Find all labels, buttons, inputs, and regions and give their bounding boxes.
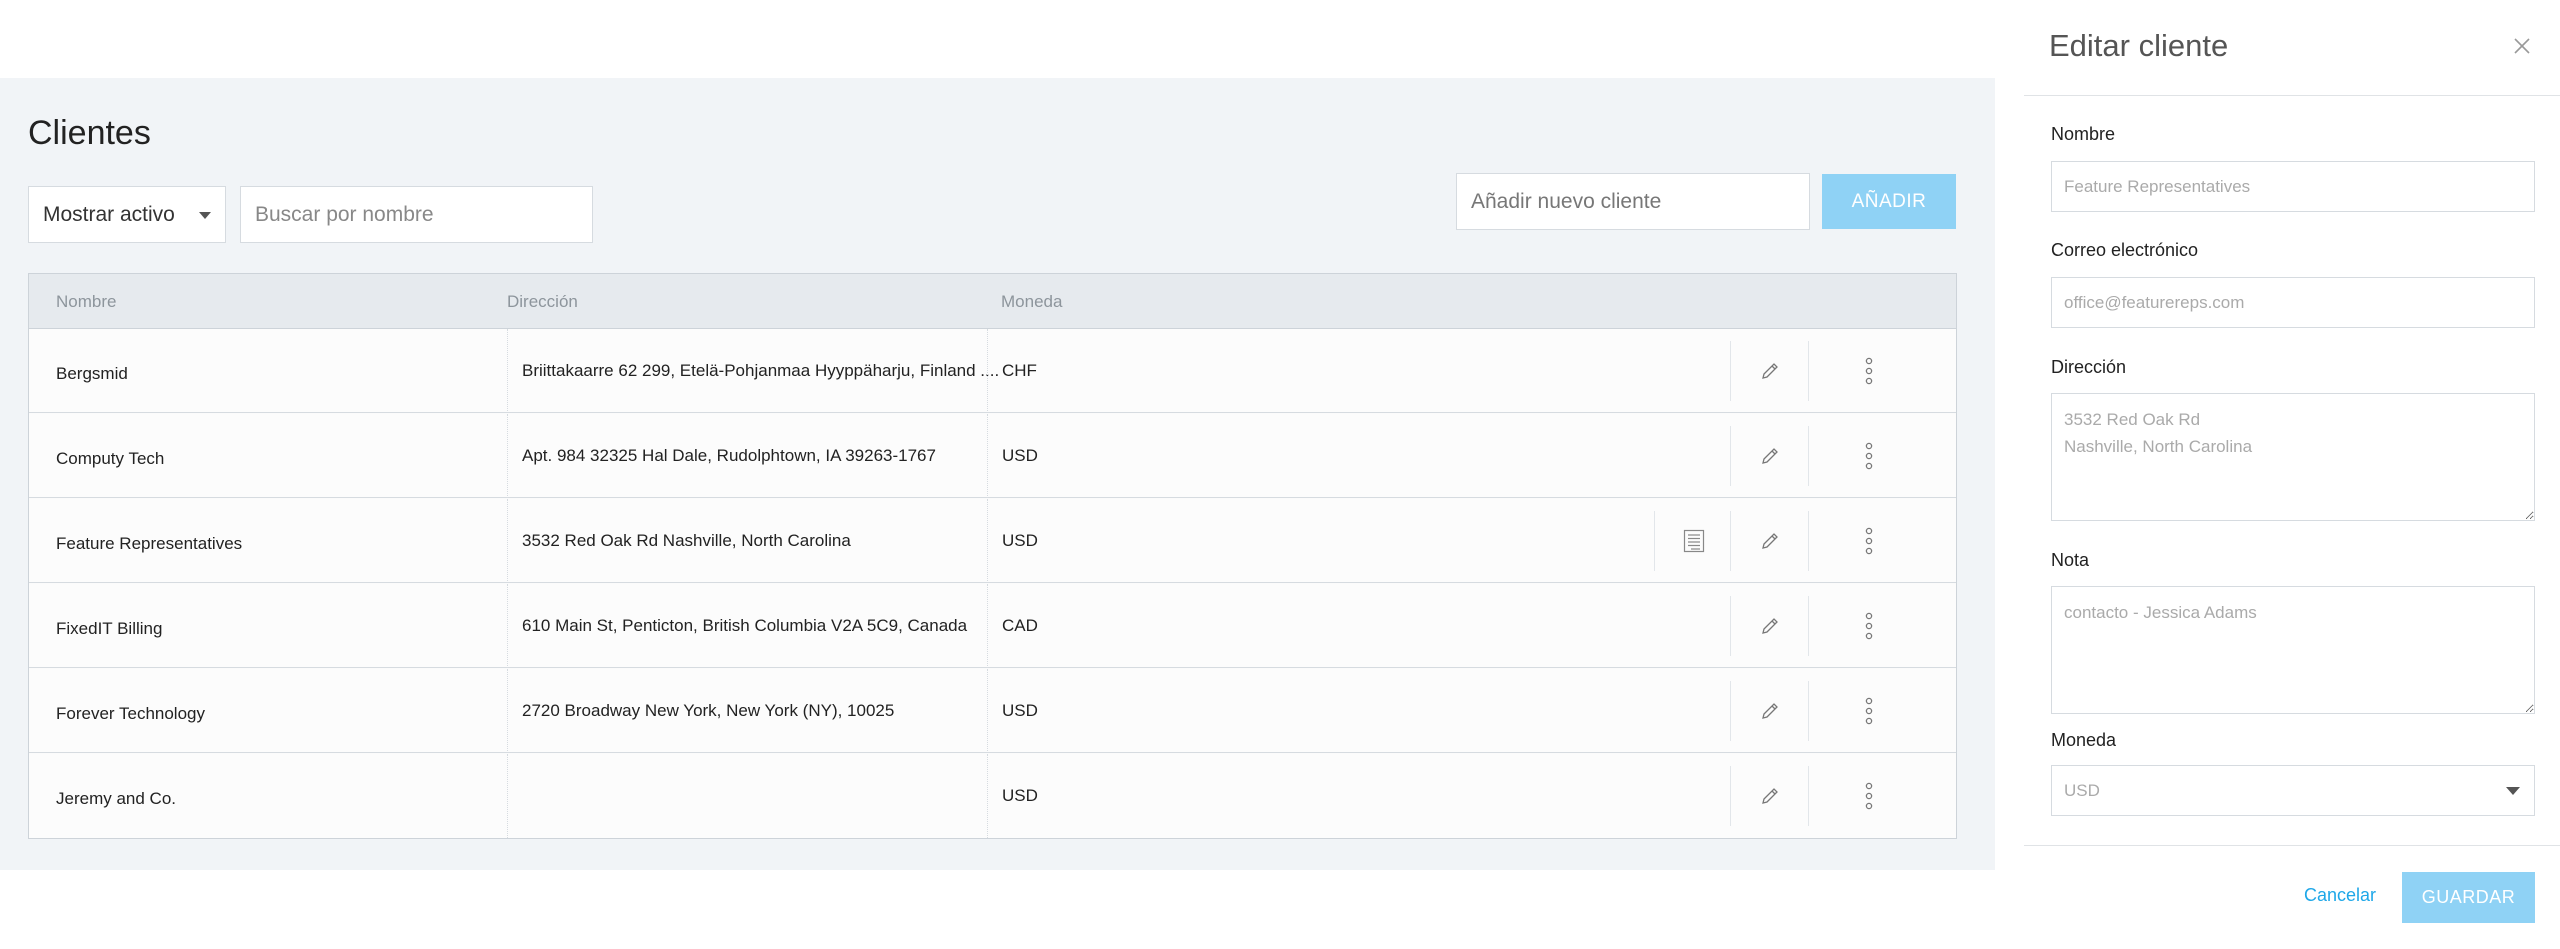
table-row[interactable]: Bergsmid Briittakaarre 62 299, Etelä-Pohj… xyxy=(29,329,1956,413)
chevron-down-icon xyxy=(199,212,211,219)
currency-select[interactable]: USD xyxy=(2051,765,2535,816)
client-name: FixedIT Billing xyxy=(56,619,163,638)
table-row[interactable]: Feature Representatives 3532 Red Oak Rd N… xyxy=(29,499,1956,583)
client-address: 3532 Red Oak Rd Nashville, North Carolin… xyxy=(507,499,999,583)
note-field[interactable] xyxy=(2051,586,2535,714)
table-row[interactable]: FixedIT Billing 610 Main St, Penticton, B… xyxy=(29,584,1956,668)
kebab-menu-icon[interactable] xyxy=(1808,681,1928,741)
name-label: Nombre xyxy=(2051,124,2116,144)
pencil-icon[interactable] xyxy=(1730,511,1808,571)
column-header-name[interactable]: Nombre xyxy=(56,292,116,312)
pencil-icon[interactable] xyxy=(1730,426,1808,486)
pencil-icon[interactable] xyxy=(1730,766,1808,826)
email-field[interactable] xyxy=(2051,277,2535,328)
client-name: Jeremy and Co. xyxy=(56,789,176,808)
client-currency: USD xyxy=(987,669,1107,753)
client-currency: CHF xyxy=(987,329,1107,413)
column-header-address[interactable]: Dirección xyxy=(507,292,578,312)
client-currency: USD xyxy=(987,754,1107,838)
close-icon[interactable] xyxy=(2512,36,2532,56)
status-filter-select[interactable]: Mostrar activo xyxy=(28,186,226,243)
client-address: 610 Main St, Penticton, British Columbia… xyxy=(507,584,999,668)
save-button[interactable]: GUARDAR xyxy=(2402,872,2535,923)
client-currency: CAD xyxy=(987,584,1107,668)
client-address: 2720 Broadway New York, New York (NY), 1… xyxy=(507,669,999,753)
table-row[interactable]: Forever Technology 2720 Broadway New York… xyxy=(29,669,1956,753)
table-row[interactable]: Jeremy and Co. USD xyxy=(29,754,1956,838)
drawer-divider-top xyxy=(2024,95,2560,96)
pencil-icon[interactable] xyxy=(1730,341,1808,401)
table-row[interactable]: Computy Tech Apt. 984 32325 Hal Dale, Rud… xyxy=(29,414,1956,498)
client-name: Computy Tech xyxy=(56,449,165,468)
client-name: Feature Representatives xyxy=(56,534,243,553)
cancel-button[interactable]: Cancelar xyxy=(2304,885,2376,906)
note-label: Nota xyxy=(2051,550,2090,570)
client-currency: USD xyxy=(987,499,1107,583)
edit-client-drawer: Editar cliente Nombre Correo electrónico… xyxy=(2024,0,2560,949)
drawer-divider-bottom xyxy=(2024,845,2560,846)
client-address: Briittakaarre 62 299, Etelä-Pohjanmaa Hy… xyxy=(507,329,999,413)
address-field[interactable] xyxy=(2051,393,2535,521)
status-filter-value: Mostrar activo xyxy=(43,203,175,226)
currency-select-value: USD xyxy=(2064,781,2100,800)
currency-label: Moneda xyxy=(2051,730,2117,750)
kebab-menu-icon[interactable] xyxy=(1808,766,1928,826)
search-input[interactable] xyxy=(240,186,593,243)
kebab-menu-icon[interactable] xyxy=(1808,596,1928,656)
add-client-button[interactable]: AÑADIR xyxy=(1822,174,1956,229)
column-header-currency[interactable]: Moneda xyxy=(1001,292,1062,312)
client-address: Apt. 984 32325 Hal Dale, Rudolphtown, IA… xyxy=(507,414,999,498)
kebab-menu-icon[interactable] xyxy=(1808,511,1928,571)
email-label: Correo electrónico xyxy=(2051,240,2199,260)
invoice-list-icon[interactable] xyxy=(1654,511,1732,571)
client-name: Bergsmid xyxy=(56,364,128,383)
chevron-down-icon xyxy=(2506,787,2520,795)
table-header: Nombre Dirección Moneda xyxy=(29,274,1956,329)
page-title: Clientes xyxy=(28,114,151,152)
client-currency: USD xyxy=(987,414,1107,498)
new-client-input[interactable] xyxy=(1456,173,1810,230)
pencil-icon[interactable] xyxy=(1730,596,1808,656)
client-name: Forever Technology xyxy=(56,704,205,723)
kebab-menu-icon[interactable] xyxy=(1808,341,1928,401)
name-field[interactable] xyxy=(2051,161,2535,212)
address-label: Dirección xyxy=(2051,357,2127,377)
client-address xyxy=(507,754,999,838)
drawer-title: Editar cliente xyxy=(2049,28,2229,63)
kebab-menu-icon[interactable] xyxy=(1808,426,1928,486)
clients-table: Nombre Dirección Moneda Bergsmid Briittak… xyxy=(28,273,1957,839)
pencil-icon[interactable] xyxy=(1730,681,1808,741)
